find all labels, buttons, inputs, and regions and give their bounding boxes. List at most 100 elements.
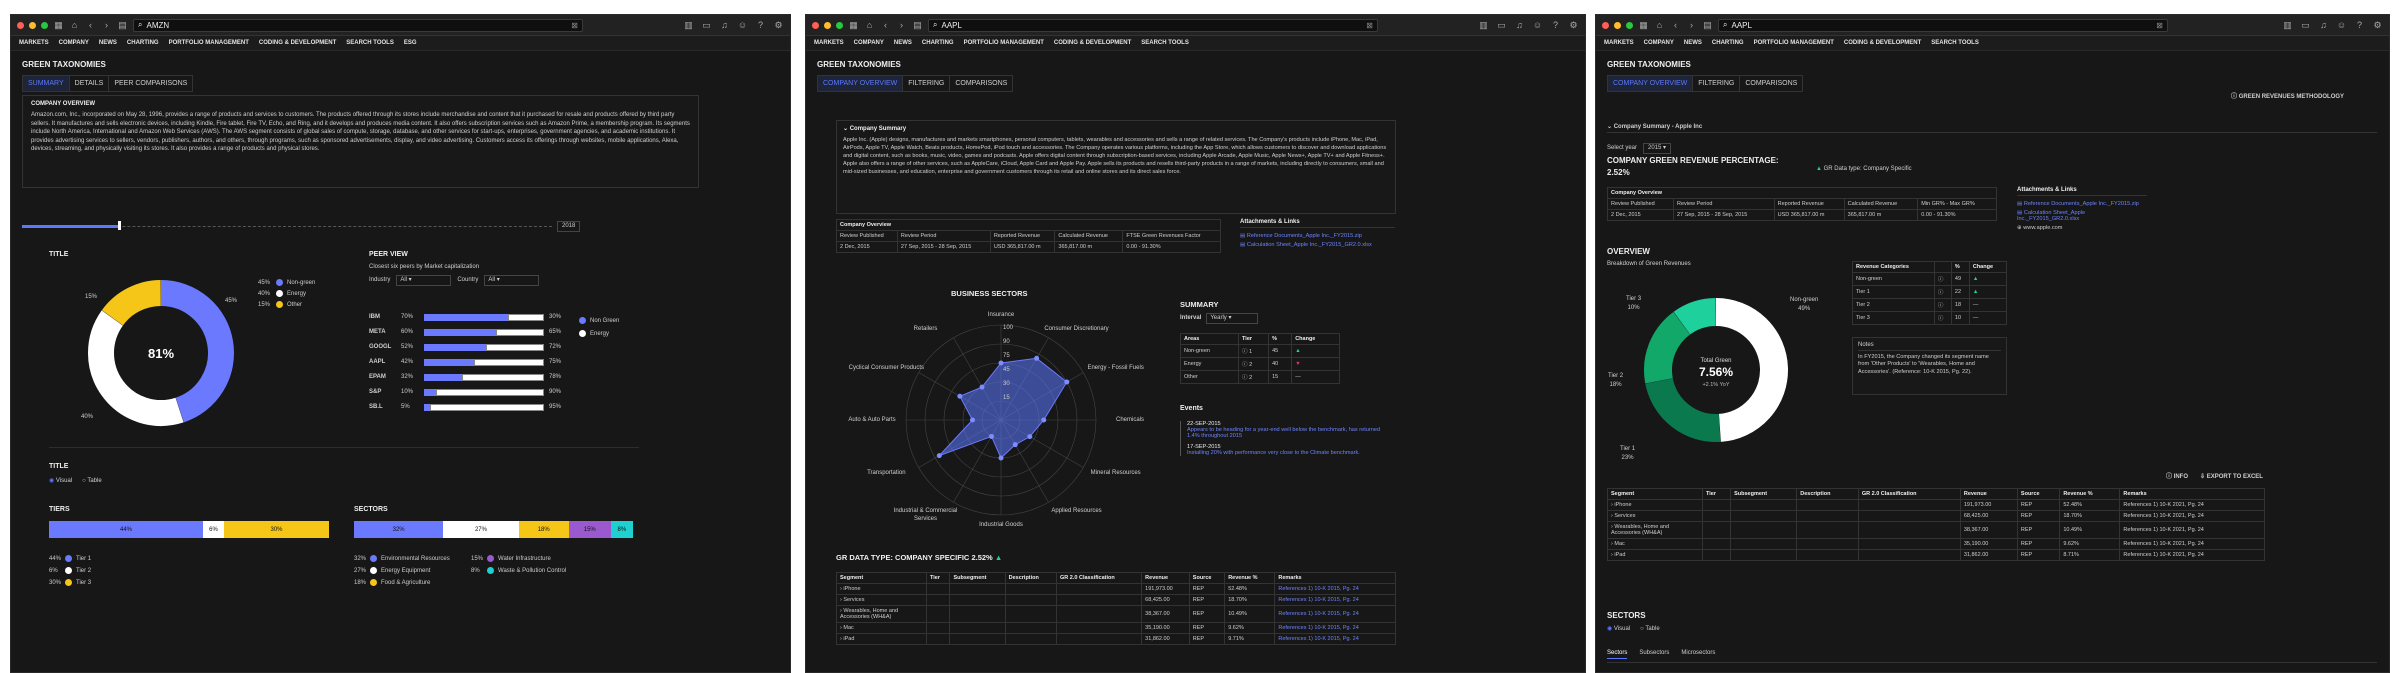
ticker-input[interactable]: AAPL	[941, 21, 961, 30]
table-row[interactable]: › Services 68,425.00 REP 18.70% References 1…	[1607, 510, 2265, 522]
attachment-link[interactable]: ▤ Reference Documents_Apple Inc._FY2015.…	[2017, 201, 2147, 207]
website-link[interactable]: ⊕ www.apple.com	[2017, 225, 2147, 231]
user-icon[interactable]: ☺	[737, 20, 748, 31]
menu-portfolio[interactable]: PORTFOLIO MANAGEMENT	[169, 40, 249, 46]
table-row[interactable]: › Mac 35,190.00 REP 9.62% References 1) 10-K…	[1607, 538, 2265, 550]
peer-bar-non-green[interactable]	[424, 389, 436, 396]
maximize-window-button[interactable]	[1626, 21, 1633, 29]
forward-icon[interactable]: ›	[896, 20, 907, 30]
peer-bar-energy[interactable]	[496, 329, 544, 336]
tab-summary[interactable]: SUMMARY	[22, 75, 70, 92]
back-icon[interactable]: ‹	[85, 20, 96, 30]
maximize-window-button[interactable]	[41, 21, 48, 29]
table-row[interactable]: › iPhone 191,973.00 REP 52.48% References 1)…	[836, 583, 1396, 595]
user-icon[interactable]: ☺	[1532, 20, 1543, 31]
peer-bar-non-green[interactable]	[424, 359, 474, 366]
tab-company-overview[interactable]: COMPANY OVERVIEW	[1607, 75, 1694, 92]
peer-bar-non-green[interactable]	[424, 344, 486, 351]
settings-icon[interactable]: ⚙	[773, 20, 784, 31]
stacked-segment[interactable]: 27%	[443, 521, 519, 538]
menu-charting[interactable]: CHARTING	[922, 40, 954, 46]
menu-portfolio[interactable]: PORTFOLIO MANAGEMENT	[964, 40, 1044, 46]
peer-bar-energy[interactable]	[486, 344, 544, 351]
menu-markets[interactable]: MARKETS	[19, 40, 49, 46]
ticker-input[interactable]: AAPL	[1731, 21, 1751, 30]
help-icon[interactable]: ?	[1550, 20, 1561, 31]
donut-slice-tier-3[interactable]	[1673, 298, 1717, 335]
grid-icon[interactable]: ▦	[53, 20, 64, 31]
menu-coding[interactable]: CODING & DEVELOPMENT	[1054, 40, 1131, 46]
radio-table[interactable]: ○ Table	[1640, 625, 1660, 634]
info-button[interactable]: ⓘ INFO	[2166, 473, 2188, 482]
back-icon[interactable]: ‹	[880, 20, 891, 30]
home-icon[interactable]: ⌂	[864, 20, 875, 30]
home-icon[interactable]: ⌂	[69, 20, 80, 30]
bell-icon[interactable]: ♫	[719, 20, 730, 31]
subtab-sectors[interactable]: Sectors	[1607, 649, 1628, 659]
close-window-button[interactable]	[17, 21, 24, 29]
event-item[interactable]: 17-SEP-2015 Installing 20% with performan…	[1187, 444, 1385, 456]
minimize-window-button[interactable]	[824, 21, 831, 29]
timeline-handle[interactable]	[118, 221, 121, 230]
table-row[interactable]: › iPhone 191,973.00 REP 52.48% References 1)…	[1607, 499, 2265, 511]
stacked-segment[interactable]: 44%	[49, 521, 203, 538]
attachment-link[interactable]: ▤ Calculation Sheet_Apple Inc._FY2015_GR…	[2017, 210, 2147, 222]
calendar-icon[interactable]: ▤	[1702, 20, 1713, 31]
menu-coding[interactable]: CODING & DEVELOPMENT	[259, 40, 336, 46]
search-bar[interactable]: ⌕ AAPL ⊠	[928, 18, 1378, 32]
menu-search-tools[interactable]: SEARCH TOOLS	[346, 40, 394, 46]
stacked-segment[interactable]: 8%	[610, 521, 633, 538]
window-icon[interactable]: ▭	[2300, 20, 2311, 31]
table-row[interactable]: › iPad 31,862.00 REP 8.71% References 1) 10-…	[1607, 549, 2265, 561]
radio-visual[interactable]: ◉ Visual	[1607, 625, 1630, 634]
menu-markets[interactable]: MARKETS	[1604, 40, 1634, 46]
close-window-button[interactable]	[812, 21, 819, 29]
company-summary-toggle[interactable]: ⌄ Company Summary	[843, 125, 1389, 132]
menu-company[interactable]: COMPANY	[854, 40, 884, 46]
peer-bar-energy[interactable]	[436, 389, 544, 396]
peer-bar-non-green[interactable]	[424, 374, 462, 381]
clear-icon[interactable]: ⊠	[1366, 21, 1373, 30]
menu-portfolio[interactable]: PORTFOLIO MANAGEMENT	[1754, 40, 1834, 46]
donut-slice-tier-1[interactable]	[1645, 377, 1721, 442]
bell-icon[interactable]: ♫	[2318, 20, 2329, 31]
stacked-segment[interactable]: 32%	[354, 521, 444, 538]
peer-bar-energy[interactable]	[474, 359, 544, 366]
chart-icon[interactable]: ▥	[2282, 20, 2293, 31]
calendar-icon[interactable]: ▤	[117, 20, 128, 31]
country-select[interactable]: All ▾	[484, 275, 540, 286]
tab-comparisons[interactable]: COMPARISONS	[1740, 75, 1804, 92]
tab-comparisons[interactable]: COMPARISONS	[950, 75, 1014, 92]
table-row[interactable]: › Services 68,425.00 REP 18.70% References 1…	[836, 594, 1396, 606]
peer-bar-energy[interactable]	[430, 404, 544, 411]
menu-company[interactable]: COMPANY	[1644, 40, 1674, 46]
table-row[interactable]: › Wearables, Home and Accessories (WH&A)…	[1607, 521, 2265, 539]
maximize-window-button[interactable]	[836, 21, 843, 29]
subtab-subsectors[interactable]: Subsectors	[1639, 649, 1669, 659]
ticker-input[interactable]: AMZN	[146, 21, 169, 30]
donut-slice-tier-2[interactable]	[1644, 311, 1691, 384]
attachment-link[interactable]: ▤ Calculation Sheet_Apple Inc._FY2015_GR…	[1240, 242, 1395, 248]
stacked-segment[interactable]: 6%	[203, 521, 224, 538]
menu-charting[interactable]: CHARTING	[127, 40, 159, 46]
clear-icon[interactable]: ⊠	[2156, 21, 2163, 30]
help-icon[interactable]: ?	[755, 20, 766, 31]
close-window-button[interactable]	[1602, 21, 1609, 29]
home-icon[interactable]: ⌂	[1654, 20, 1665, 30]
settings-icon[interactable]: ⚙	[2372, 20, 2383, 31]
tab-filtering[interactable]: FILTERING	[903, 75, 951, 92]
forward-icon[interactable]: ›	[101, 20, 112, 30]
peer-bar-energy[interactable]	[508, 314, 544, 321]
donut-slice-other[interactable]	[101, 280, 162, 326]
export-excel-button[interactable]: ⇩ EXPORT TO EXCEL	[2200, 473, 2263, 482]
tab-details[interactable]: DETAILS	[69, 75, 110, 92]
clear-icon[interactable]: ⊠	[571, 21, 578, 30]
menu-markets[interactable]: MARKETS	[814, 40, 844, 46]
tab-company-overview[interactable]: COMPANY OVERVIEW	[817, 75, 904, 92]
chart-icon[interactable]: ▥	[1478, 20, 1489, 31]
minimize-window-button[interactable]	[29, 21, 36, 29]
menu-esg[interactable]: ESG	[404, 40, 417, 46]
stacked-segment[interactable]: 18%	[518, 521, 569, 538]
tab-filtering[interactable]: FILTERING	[1693, 75, 1741, 92]
menu-charting[interactable]: CHARTING	[1712, 40, 1744, 46]
